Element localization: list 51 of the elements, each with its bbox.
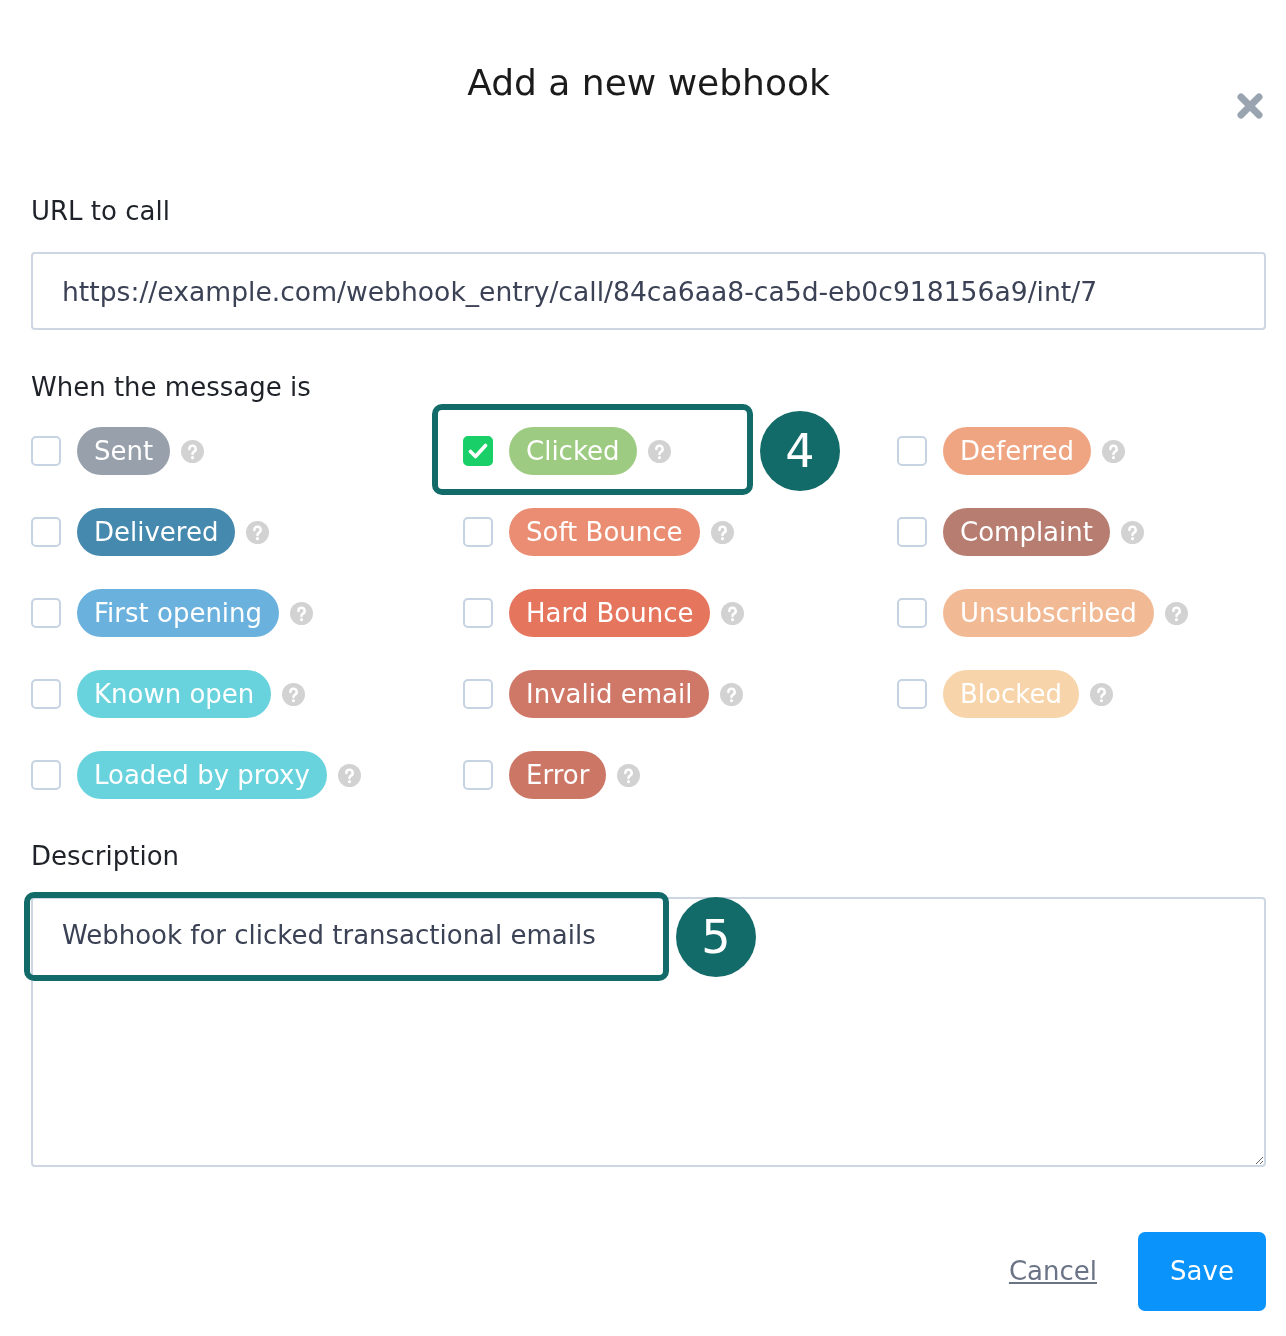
help-icon[interactable] (720, 682, 744, 706)
help-icon[interactable] (647, 439, 671, 463)
checkbox[interactable] (463, 598, 493, 628)
help-icon[interactable] (1089, 682, 1113, 706)
event-tag: Complaint (943, 508, 1110, 556)
help-icon[interactable] (1102, 439, 1126, 463)
help-icon[interactable] (282, 682, 306, 706)
step-marker: 4 (760, 411, 840, 491)
event-tag: Sent (77, 427, 171, 475)
checkbox[interactable] (31, 679, 61, 709)
section-label: When the message is (31, 371, 311, 404)
event-tag: Soft Bounce (509, 508, 700, 556)
event-tag: Invalid email (509, 670, 710, 718)
checkbox[interactable] (463, 760, 493, 790)
checkbox[interactable] (31, 517, 61, 547)
help-icon[interactable] (710, 520, 734, 544)
help-icon[interactable] (1164, 601, 1188, 625)
checkbox[interactable] (897, 517, 927, 547)
event-tag: First opening (77, 589, 280, 637)
checkbox[interactable] (897, 679, 927, 709)
event-tag: Error (509, 751, 607, 799)
dialog-title: Add a new webhook (467, 61, 830, 105)
url-input-field[interactable]: https://example.com/webhook_entry/call/84ca6aa8-ca5d-eb0c918156a9/int/7 (31, 252, 1266, 330)
checkbox[interactable] (463, 679, 493, 709)
field-label: Description (31, 840, 180, 873)
event-tag: Known open (77, 670, 272, 718)
event-tag: Blocked (943, 670, 1079, 718)
close-icon[interactable] (1237, 93, 1263, 119)
help-icon[interactable] (290, 601, 314, 625)
help-icon[interactable] (617, 763, 641, 787)
checkbox[interactable] (463, 517, 493, 547)
checkbox[interactable] (897, 598, 927, 628)
field-label: URL to call (31, 195, 170, 228)
event-tag: Unsubscribed (943, 589, 1154, 637)
help-icon[interactable] (181, 439, 205, 463)
event-tag: Deferred (943, 427, 1092, 475)
event-tag: Loaded by proxy (77, 751, 327, 799)
checkbox[interactable] (31, 436, 61, 466)
event-tag: Hard Bounce (509, 589, 711, 637)
checkbox[interactable] (897, 436, 927, 466)
checkbox[interactable] (31, 598, 61, 628)
event-tag: Delivered (77, 508, 236, 556)
check-icon (468, 443, 488, 459)
cancel-link[interactable]: Cancel (1008, 1252, 1097, 1291)
help-icon[interactable] (721, 601, 745, 625)
checkbox[interactable] (31, 760, 61, 790)
checkbox[interactable] (463, 436, 493, 466)
help-icon[interactable] (1120, 520, 1144, 544)
event-tag: Clicked (509, 427, 637, 475)
help-icon[interactable] (337, 763, 361, 787)
help-icon[interactable] (246, 520, 270, 544)
